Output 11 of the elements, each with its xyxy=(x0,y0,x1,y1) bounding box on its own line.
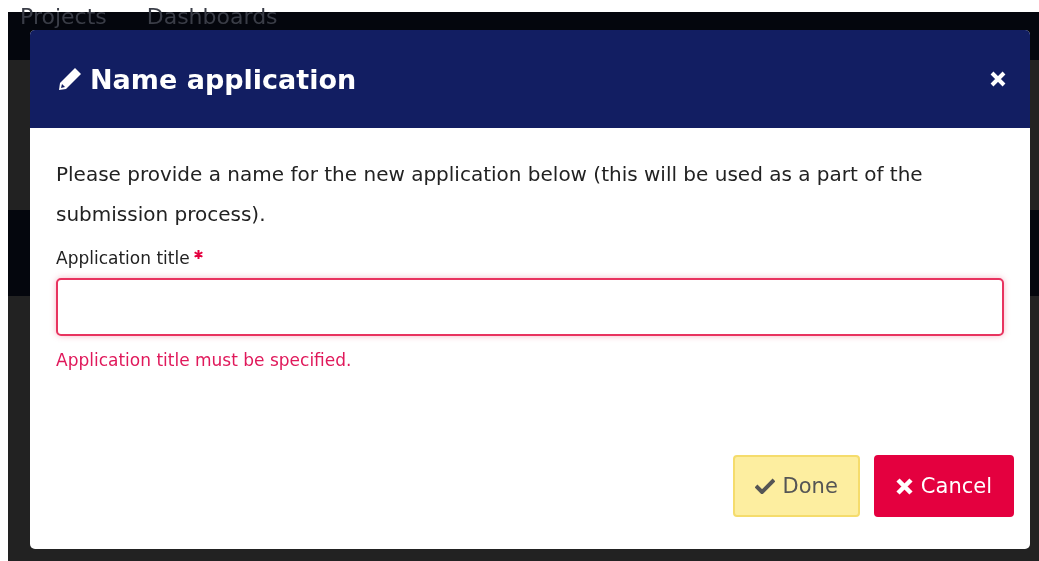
close-icon xyxy=(895,477,913,495)
dialog-title: Name application xyxy=(90,63,357,95)
check-icon xyxy=(754,478,775,494)
close-icon[interactable] xyxy=(990,71,1006,87)
pencil-icon xyxy=(56,65,84,93)
confirm-button[interactable]: Done xyxy=(732,455,860,517)
title-input[interactable] xyxy=(56,278,1004,336)
field-label: Application title xyxy=(56,248,190,268)
dialog-message: Please provide a name for the new application below (this will be used as a part of the submission process). xyxy=(56,161,924,228)
error-message: Application title must be specified. xyxy=(56,350,353,370)
cancel-button[interactable]: Cancel xyxy=(873,455,1014,517)
